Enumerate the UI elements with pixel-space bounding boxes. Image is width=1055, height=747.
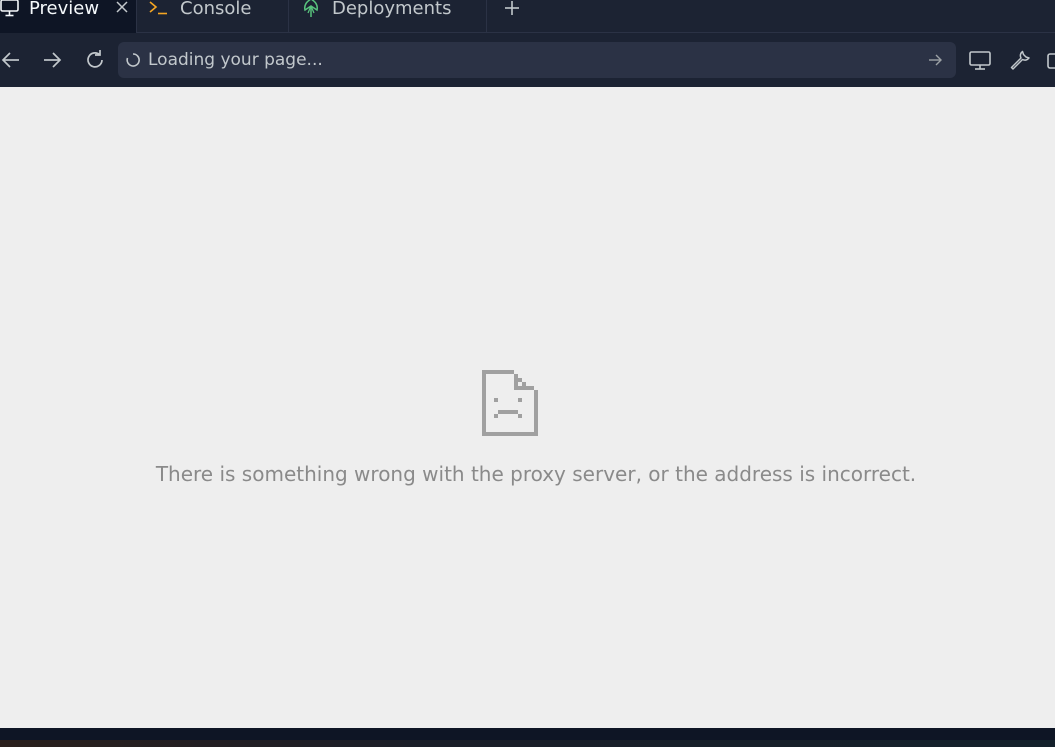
webview-toolbar: Loading your page...: [0, 33, 1055, 87]
new-window-icon[interactable]: [1046, 48, 1055, 72]
tab-preview[interactable]: Preview: [0, 0, 137, 33]
tab-deployments[interactable]: Deployments: [289, 0, 487, 32]
address-status-text: Loading your page...: [148, 50, 323, 70]
monitor-icon: [0, 0, 19, 17]
error-message: There is something wrong with the proxy …: [155, 462, 917, 486]
loading-spinner-icon: [126, 53, 140, 67]
tab-console[interactable]: Console: [137, 0, 289, 32]
back-arrow-icon[interactable]: [0, 48, 24, 72]
tab-preview-label: Preview: [29, 0, 100, 19]
deployments-icon: [304, 0, 318, 17]
tab-console-label: Console: [180, 0, 252, 19]
close-icon[interactable]: [113, 0, 131, 19]
address-bar[interactable]: Loading your page...: [118, 42, 956, 78]
tab-deployments-label: Deployments: [332, 0, 452, 19]
wrench-icon[interactable]: [1008, 48, 1032, 72]
sad-page-icon: [482, 370, 538, 436]
reload-icon[interactable]: [83, 48, 107, 72]
forward-arrow-icon[interactable]: [40, 48, 64, 72]
terminal-icon: [149, 1, 167, 15]
bottom-edge: [0, 740, 1055, 747]
tab-bar: Preview Console Deployments: [0, 0, 1055, 33]
webview-content: There is something wrong with the proxy …: [0, 87, 1055, 728]
devices-monitor-icon[interactable]: [968, 48, 992, 72]
go-arrow-icon[interactable]: [926, 51, 944, 69]
new-tab-plus-icon[interactable]: [501, 0, 523, 19]
replit-webview-window: Preview Console Deployments Loading your…: [0, 0, 1055, 747]
